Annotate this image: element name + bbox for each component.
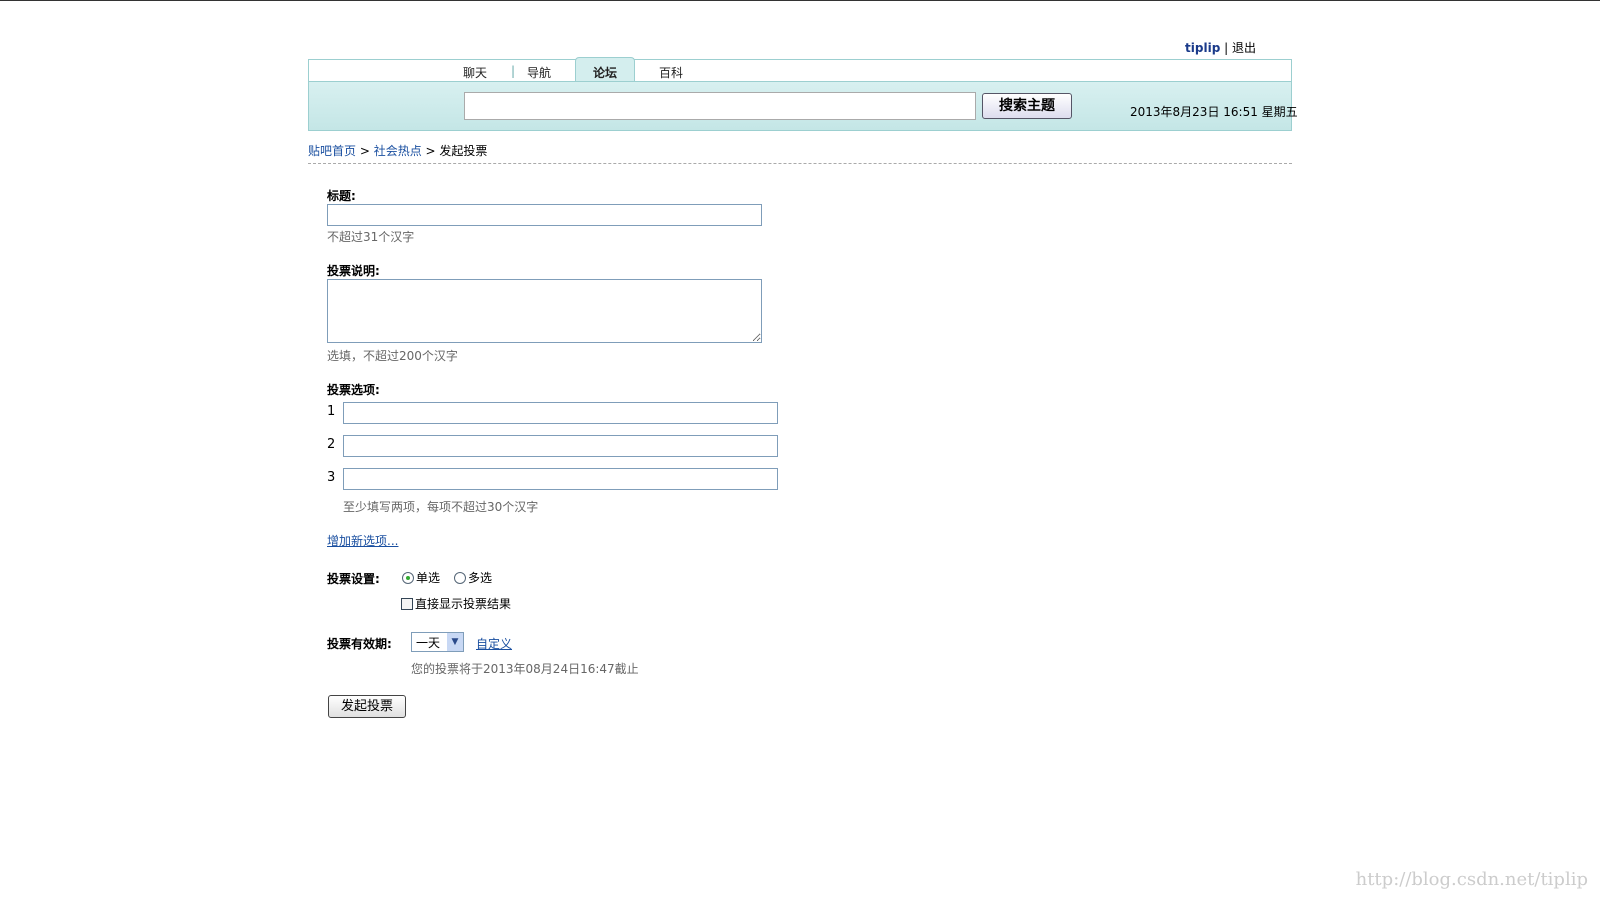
option-input-2[interactable]	[343, 435, 778, 457]
search-button[interactable]: 搜索主题	[982, 93, 1072, 119]
desc-hint: 选填，不超过200个汉字	[327, 349, 458, 363]
multi-radio[interactable]	[454, 571, 467, 584]
submit-button[interactable]: 发起投票	[328, 695, 406, 718]
user-links: tiplip | 退出	[1185, 41, 1256, 55]
validity-value: 一天	[416, 635, 441, 650]
desc-label: 投票说明:	[327, 264, 380, 278]
settings-label: 投票设置:	[327, 572, 380, 586]
breadcrumb-home[interactable]: 贴吧首页	[308, 144, 356, 158]
logout-link[interactable]: 退出	[1232, 41, 1256, 55]
search-input[interactable]	[464, 92, 976, 120]
divider	[308, 163, 1292, 164]
add-option-link[interactable]: 增加新选项...	[327, 532, 398, 549]
validity-label: 投票有效期:	[327, 637, 392, 651]
desc-textarea[interactable]	[327, 279, 762, 343]
single-radio[interactable]	[402, 571, 414, 584]
tab-nav[interactable]: 导航	[527, 64, 551, 81]
option-input-3[interactable]	[343, 468, 778, 490]
nav-tabs: 聊天 | 导航 论坛 百科	[308, 57, 1292, 83]
show-result-label: 直接显示投票结果	[415, 597, 512, 611]
title-hint: 不超过31个汉字	[327, 230, 415, 244]
watermark: http://blog.csdn.net/tiplip	[1355, 869, 1588, 890]
tab-chat[interactable]: 聊天	[463, 64, 487, 81]
options-label: 投票选项:	[327, 383, 380, 397]
option-number: 3	[327, 470, 336, 485]
tab-forum[interactable]: 论坛	[575, 57, 635, 83]
tab-divider: |	[511, 64, 516, 78]
single-label: 单选	[416, 571, 441, 585]
breadcrumb-category[interactable]: 社会热点	[374, 144, 422, 158]
username-link[interactable]: tiplip	[1185, 41, 1220, 55]
validity-select[interactable]: 一天 ▼	[411, 632, 464, 652]
tab-wiki[interactable]: 百科	[659, 64, 683, 81]
option-input-1[interactable]	[343, 402, 778, 424]
chevron-down-icon: ▼	[447, 633, 463, 651]
breadcrumb: 贴吧首页 > 社会热点 > 发起投票	[308, 144, 488, 158]
deadline-text: 您的投票将于2013年08月24日16:47截止	[411, 662, 639, 676]
multi-label: 多选	[468, 571, 493, 585]
option-number: 1	[327, 404, 336, 419]
options-hint: 至少填写两项，每项不超过30个汉字	[343, 500, 539, 514]
breadcrumb-current: 发起投票	[439, 144, 488, 158]
custom-link[interactable]: 自定义	[476, 635, 512, 652]
option-number: 2	[327, 437, 336, 452]
title-label: 标题:	[327, 189, 356, 203]
title-input[interactable]	[327, 204, 762, 226]
show-result-checkbox[interactable]	[401, 597, 413, 610]
datetime: 2013年8月23日 16:51 星期五	[1130, 105, 1298, 119]
